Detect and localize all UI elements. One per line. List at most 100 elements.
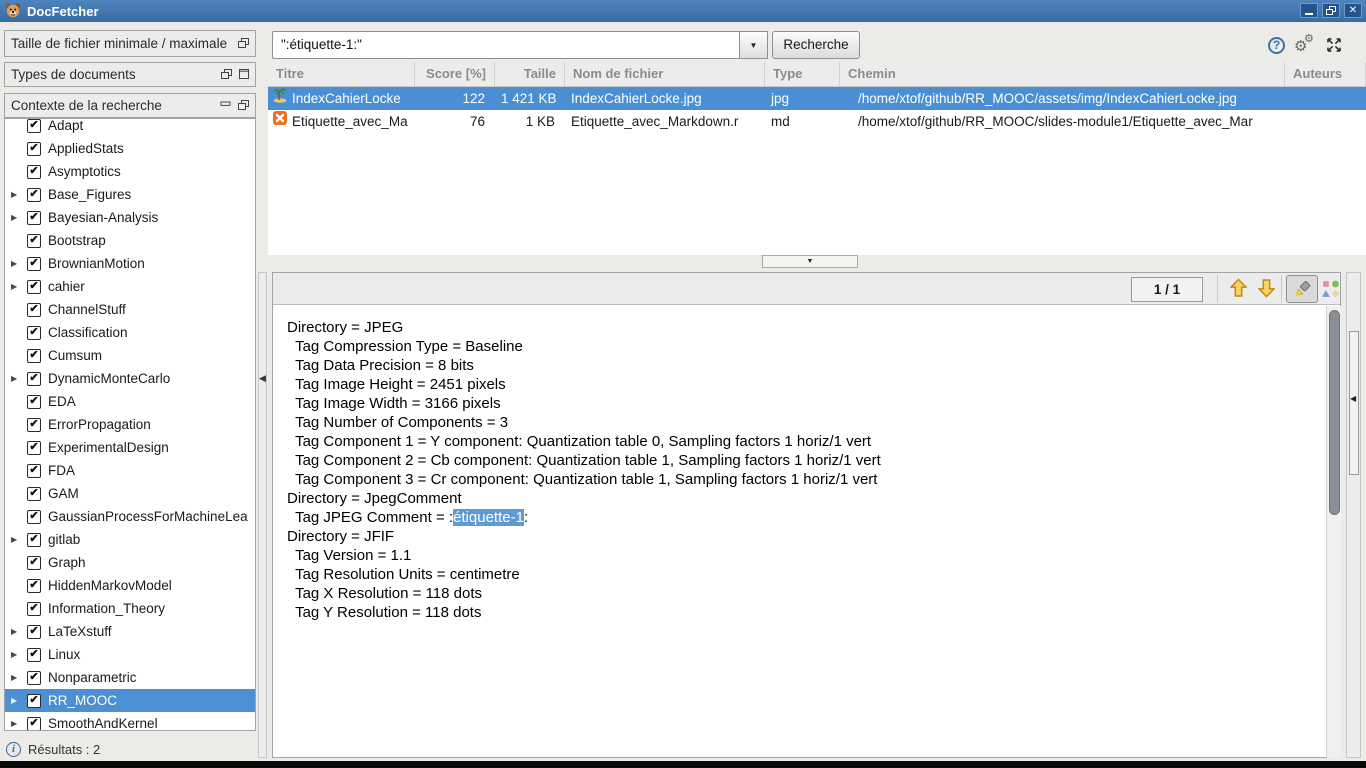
- checkbox-checked[interactable]: ✔: [27, 211, 41, 225]
- checkbox-checked[interactable]: ✔: [27, 464, 41, 478]
- expand-arrow-icon[interactable]: ▶: [11, 627, 27, 636]
- restore-panel-icon[interactable]: [238, 98, 249, 113]
- minimize-panel-icon[interactable]: [220, 98, 231, 113]
- checkbox-checked[interactable]: ✔: [27, 303, 41, 317]
- checkbox-checked[interactable]: ✔: [27, 188, 41, 202]
- checkbox-checked[interactable]: ✔: [27, 418, 41, 432]
- tree-item-SmoothAndKernel[interactable]: ▶✔SmoothAndKernel: [5, 712, 255, 731]
- tree-item-AppliedStats[interactable]: ✔AppliedStats: [5, 137, 255, 160]
- search-button[interactable]: Recherche: [772, 31, 860, 59]
- collapse-left-icon[interactable]: ◀: [259, 373, 266, 384]
- close-icon[interactable]: ✕: [1344, 3, 1362, 18]
- column-header-type[interactable]: Type: [765, 62, 840, 86]
- tree-item-Linux[interactable]: ▶✔Linux: [5, 643, 255, 666]
- expand-arrow-icon[interactable]: ▶: [11, 213, 27, 222]
- restore-panel-icon[interactable]: [221, 67, 232, 82]
- collapse-right-handle[interactable]: ◀: [1349, 331, 1359, 475]
- checkbox-checked[interactable]: ✔: [27, 142, 41, 156]
- checkbox-checked[interactable]: ✔: [27, 165, 41, 179]
- tree-item-cahier[interactable]: ▶✔cahier: [5, 275, 255, 298]
- tree-item-EDA[interactable]: ✔EDA: [5, 390, 255, 413]
- tree-item-GaussianProcessForMachineLea[interactable]: ✔GaussianProcessForMachineLea: [5, 505, 255, 528]
- tree-item-ChannelStuff[interactable]: ✔ChannelStuff: [5, 298, 255, 321]
- checkbox-checked[interactable]: ✔: [27, 395, 41, 409]
- tree-item-Bootstrap[interactable]: ✔Bootstrap: [5, 229, 255, 252]
- maximize-panel-icon[interactable]: [239, 67, 249, 82]
- tree-item-Cumsum[interactable]: ✔Cumsum: [5, 344, 255, 367]
- checkbox-checked[interactable]: ✔: [27, 372, 41, 386]
- shapes-icon[interactable]: [1322, 280, 1340, 298]
- tree-item-Classification[interactable]: ✔Classification: [5, 321, 255, 344]
- expand-arrow-icon[interactable]: ▶: [11, 650, 27, 659]
- column-header-chemin[interactable]: Chemin: [840, 62, 1285, 86]
- column-header-score-[interactable]: Score [%]: [415, 62, 495, 86]
- search-input[interactable]: ":étiquette-1:": [272, 31, 739, 59]
- checkbox-checked[interactable]: ✔: [27, 119, 41, 133]
- column-header-auteurs[interactable]: Auteurs: [1285, 62, 1366, 86]
- compress-arrows-icon[interactable]: [1326, 37, 1342, 56]
- tree-item-ExperimentalDesign[interactable]: ✔ExperimentalDesign: [5, 436, 255, 459]
- checkbox-checked[interactable]: ✔: [27, 694, 41, 708]
- column-header-nom-de-fichier[interactable]: Nom de fichier: [565, 62, 765, 86]
- checkbox-checked[interactable]: ✔: [27, 602, 41, 616]
- minimize-icon[interactable]: [1300, 3, 1318, 18]
- gears-icon[interactable]: ⚙⚙: [1294, 34, 1318, 56]
- panel-search-scope[interactable]: Contexte de la recherche: [4, 93, 256, 118]
- checkbox-checked[interactable]: ✔: [27, 625, 41, 639]
- panel-size-filter[interactable]: Taille de fichier minimale / maximale: [4, 30, 256, 57]
- result-row-Etiquette_avec_Ma[interactable]: Etiquette_avec_Ma761 KBEtiquette_avec_Ma…: [268, 110, 1366, 133]
- tree-item-GAM[interactable]: ✔GAM: [5, 482, 255, 505]
- tree-item-Adapt[interactable]: ✔Adapt: [5, 118, 255, 137]
- checkbox-checked[interactable]: ✔: [27, 648, 41, 662]
- collapse-right-icon[interactable]: ◀: [1350, 394, 1356, 403]
- right-sash[interactable]: ◀: [1346, 272, 1361, 758]
- chevron-down-icon[interactable]: ▼: [739, 31, 768, 59]
- expand-arrow-icon[interactable]: ▶: [11, 190, 27, 199]
- checkbox-checked[interactable]: ✔: [27, 441, 41, 455]
- highlighter-icon[interactable]: [1286, 275, 1318, 303]
- collapse-results-button[interactable]: ▼: [762, 255, 858, 268]
- restore-panel-icon[interactable]: [238, 36, 249, 51]
- tree-item-RR_MOOC[interactable]: ▶✔RR_MOOC: [5, 689, 255, 712]
- checkbox-checked[interactable]: ✔: [27, 533, 41, 547]
- tree-item-Base_Figures[interactable]: ▶✔Base_Figures: [5, 183, 255, 206]
- arrow-up-icon[interactable]: [1230, 278, 1250, 300]
- expand-arrow-icon[interactable]: ▶: [11, 673, 27, 682]
- checkbox-checked[interactable]: ✔: [27, 671, 41, 685]
- expand-arrow-icon[interactable]: ▶: [11, 535, 27, 544]
- checkbox-checked[interactable]: ✔: [27, 487, 41, 501]
- checkbox-checked[interactable]: ✔: [27, 717, 41, 731]
- tree-item-BrownianMotion[interactable]: ▶✔BrownianMotion: [5, 252, 255, 275]
- tree-item-Nonparametric[interactable]: ▶✔Nonparametric: [5, 666, 255, 689]
- tree-item-ErrorPropagation[interactable]: ✔ErrorPropagation: [5, 413, 255, 436]
- tree-item-Asymptotics[interactable]: ✔Asymptotics: [5, 160, 255, 183]
- expand-arrow-icon[interactable]: ▶: [11, 282, 27, 291]
- tree-item-gitlab[interactable]: ▶✔gitlab: [5, 528, 255, 551]
- column-header-titre[interactable]: Titre: [268, 62, 415, 86]
- checkbox-checked[interactable]: ✔: [27, 326, 41, 340]
- scrollbar-thumb[interactable]: [1329, 310, 1340, 515]
- tree-item-LaTeXstuff[interactable]: ▶✔LaTeXstuff: [5, 620, 255, 643]
- tree-item-HiddenMarkovModel[interactable]: ✔HiddenMarkovModel: [5, 574, 255, 597]
- checkbox-checked[interactable]: ✔: [27, 257, 41, 271]
- checkbox-checked[interactable]: ✔: [27, 556, 41, 570]
- expand-arrow-icon[interactable]: ▶: [11, 719, 27, 728]
- tree-item-FDA[interactable]: ✔FDA: [5, 459, 255, 482]
- panel-document-types[interactable]: Types de documents: [4, 62, 256, 87]
- help-icon[interactable]: ?: [1268, 37, 1285, 54]
- restore-icon[interactable]: [1322, 3, 1340, 18]
- checkbox-checked[interactable]: ✔: [27, 579, 41, 593]
- sidebar-sash[interactable]: ◀: [258, 272, 267, 758]
- arrow-down-icon[interactable]: [1258, 278, 1278, 300]
- column-header-taille[interactable]: Taille: [495, 62, 565, 86]
- checkbox-checked[interactable]: ✔: [27, 280, 41, 294]
- expand-arrow-icon[interactable]: ▶: [11, 259, 27, 268]
- tree-item-Graph[interactable]: ✔Graph: [5, 551, 255, 574]
- tree-item-DynamicMonteCarlo[interactable]: ▶✔DynamicMonteCarlo: [5, 367, 255, 390]
- expand-arrow-icon[interactable]: ▶: [11, 374, 27, 383]
- checkbox-checked[interactable]: ✔: [27, 510, 41, 524]
- checkbox-checked[interactable]: ✔: [27, 234, 41, 248]
- result-row-IndexCahierLocke[interactable]: IndexCahierLocke1221 421 KBIndexCahierLo…: [268, 87, 1366, 110]
- tree-item-Information_Theory[interactable]: ✔Information_Theory: [5, 597, 255, 620]
- expand-arrow-icon[interactable]: ▶: [11, 696, 27, 705]
